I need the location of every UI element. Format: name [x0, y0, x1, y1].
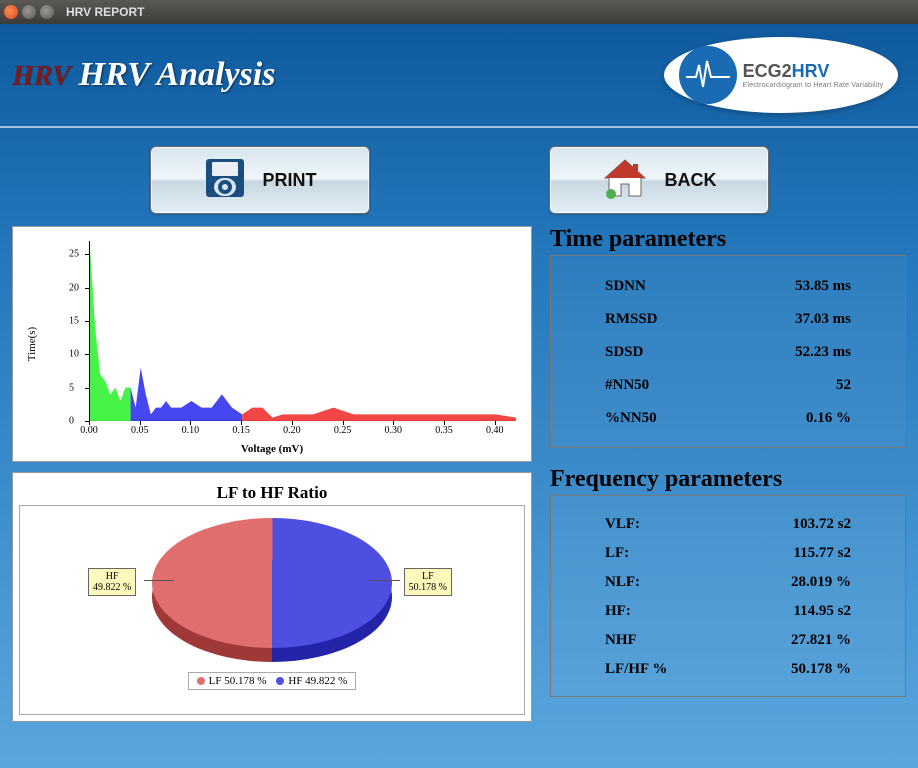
- param-label: SDNN: [605, 278, 646, 295]
- parameters-column: Time parameters SDNN 53.85 ms RMSSD 37.03 m…: [550, 226, 906, 722]
- param-value: 28.019 %: [791, 574, 851, 591]
- spectrum-plot-area: [89, 241, 515, 421]
- param-row: SDNN 53.85 ms: [575, 270, 881, 303]
- x-axis-label: Voltage (mV): [241, 443, 303, 455]
- param-value: 27.821 %: [791, 632, 851, 649]
- param-label: VLF:: [605, 516, 640, 533]
- title-prefix: HRV: [12, 61, 71, 93]
- floppy-disk-icon: [203, 156, 247, 205]
- maximize-icon[interactable]: [40, 5, 54, 19]
- print-button-label: PRINT: [263, 170, 317, 191]
- ecg-wave-icon: [679, 46, 737, 104]
- param-row: HF: 114.95 s2: [575, 597, 881, 626]
- param-label: %NN50: [605, 410, 657, 427]
- close-icon[interactable]: [4, 5, 18, 19]
- print-button[interactable]: PRINT: [150, 146, 370, 214]
- freq-params-box: VLF: 103.72 s2 LF: 115.77 s2 NLF: 28.019 % HF:…: [550, 495, 906, 697]
- spectrum-chart: Time(s) Voltage (mV) 05101520250.000.050…: [12, 226, 532, 462]
- header: HRV HRV Analysis ECG2HRV Electrocardiogr…: [0, 24, 918, 128]
- param-value: 50.178 %: [791, 661, 851, 678]
- param-row: NLF: 28.019 %: [575, 568, 881, 597]
- param-row: #NN50 52: [575, 369, 881, 402]
- pie-face: [152, 518, 392, 648]
- param-row: RMSSD 37.03 ms: [575, 303, 881, 336]
- minimize-icon[interactable]: [22, 5, 36, 19]
- param-value: 114.95 s2: [793, 603, 851, 620]
- legend-dot-lf-icon: [197, 677, 205, 685]
- logo-subtitle: Electrocardiogram to Heart Rate Variabil…: [743, 82, 884, 89]
- freq-params-heading: Frequency parameters: [550, 466, 906, 493]
- pie-title: LF to HF Ratio: [19, 483, 525, 503]
- toolbar: PRINT BACK: [0, 128, 918, 224]
- content-area: Time(s) Voltage (mV) 05101520250.000.050…: [0, 224, 918, 730]
- param-value: 37.03 ms: [795, 311, 851, 328]
- param-label: HF:: [605, 603, 631, 620]
- param-label: LF/HF %: [605, 661, 667, 678]
- time-params-heading: Time parameters: [550, 226, 906, 253]
- logo-badge: ECG2HRV Electrocardiogram to Heart Rate …: [664, 37, 898, 113]
- param-value: 52: [836, 377, 851, 394]
- time-params-box: SDNN 53.85 ms RMSSD 37.03 ms SDSD 52.23 ms #NN…: [550, 255, 906, 448]
- param-label: LF:: [605, 545, 629, 562]
- param-row: NHF 27.821 %: [575, 626, 881, 655]
- param-label: NHF: [605, 632, 637, 649]
- param-label: NLF:: [605, 574, 640, 591]
- param-row: LF: 115.77 s2: [575, 539, 881, 568]
- back-button[interactable]: BACK: [549, 146, 769, 214]
- pie-frame: HF49.822 % LF50.178 % LF 50.178 % HF 49.…: [19, 505, 525, 715]
- back-button-label: BACK: [665, 170, 717, 191]
- title-bar: HRV REPORT: [0, 0, 918, 24]
- param-value: 53.85 ms: [795, 278, 851, 295]
- logo-title: ECG2HRV: [743, 62, 884, 80]
- pie-label-lf: LF50.178 %: [404, 568, 452, 596]
- param-row: %NN50 0.16 %: [575, 402, 881, 435]
- home-icon: [601, 156, 649, 205]
- legend-dot-hf-icon: [276, 677, 284, 685]
- window-title: HRV REPORT: [66, 5, 144, 19]
- param-value: 52.23 ms: [795, 344, 851, 361]
- param-value: 115.77 s2: [793, 545, 851, 562]
- param-label: #NN50: [605, 377, 649, 394]
- title-main: HRV Analysis: [79, 56, 276, 94]
- param-value: 0.16 %: [806, 410, 851, 427]
- charts-column: Time(s) Voltage (mV) 05101520250.000.050…: [12, 226, 532, 722]
- param-row: VLF: 103.72 s2: [575, 510, 881, 539]
- param-label: RMSSD: [605, 311, 658, 328]
- pie-label-hf: HF49.822 %: [88, 568, 136, 596]
- pie-legend: LF 50.178 % HF 49.822 %: [188, 672, 357, 690]
- param-row: SDSD 52.23 ms: [575, 336, 881, 369]
- logo-text: ECG2HRV Electrocardiogram to Heart Rate …: [743, 62, 884, 89]
- param-row: LF/HF % 50.178 %: [575, 655, 881, 684]
- pie-chart: LF to HF Ratio HF49.822 % LF50.178 %: [12, 472, 532, 722]
- app-window: HRV HRV Analysis ECG2HRV Electrocardiogr…: [0, 24, 918, 768]
- param-label: SDSD: [605, 344, 643, 361]
- spectrum-svg: [90, 241, 516, 421]
- param-value: 103.72 s2: [793, 516, 851, 533]
- page-title: HRV HRV Analysis: [12, 56, 275, 94]
- y-axis-label: Time(s): [26, 327, 38, 361]
